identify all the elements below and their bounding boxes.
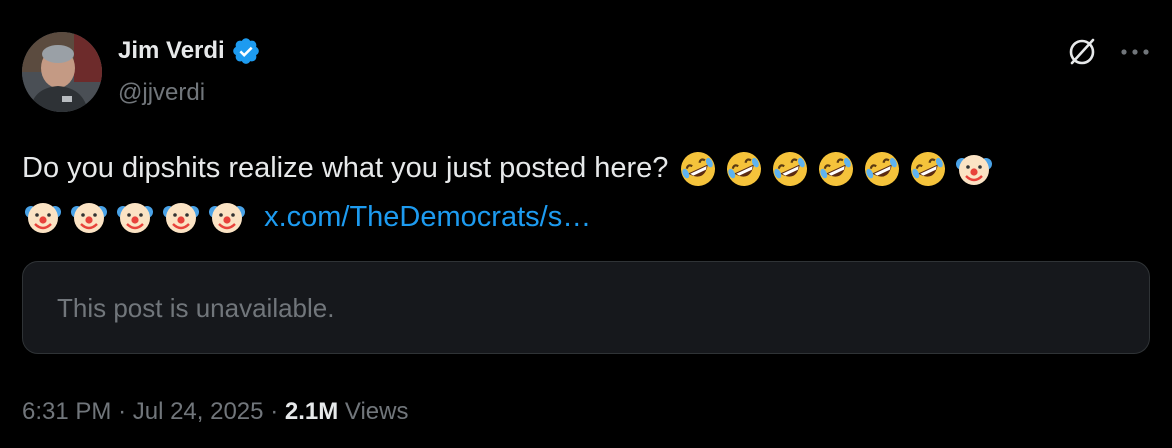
emoji-row-2 — [22, 196, 248, 238]
rofl-emoji-icon — [864, 152, 899, 187]
author-handle[interactable]: @jjverdi — [118, 78, 205, 108]
tweet-body-text: Do you dipshits realize what you just po… — [22, 152, 669, 184]
post-time[interactable]: 6:31 PM — [22, 398, 111, 425]
tweet-link[interactable]: x.com/TheDemocrats/s… — [264, 201, 591, 233]
rofl-emoji-icon — [726, 152, 761, 187]
clown-emoji-icon — [209, 203, 245, 234]
clown-emoji-icon — [71, 203, 107, 234]
grok-icon[interactable] — [1064, 34, 1100, 70]
quoted-post-unavailable-text: This post is unavailable. — [57, 293, 335, 323]
clown-emoji-icon — [117, 203, 153, 234]
emoji-row-1 — [677, 148, 995, 190]
more-options-icon[interactable] — [1118, 40, 1152, 64]
tweet-text: Do you dipshits realize what you just po… — [22, 144, 1132, 241]
post-date[interactable]: Jul 24, 2025 — [133, 398, 264, 425]
verified-badge-icon[interactable] — [231, 36, 261, 66]
clown-emoji-icon — [955, 155, 992, 186]
clown-emoji-icon — [163, 203, 199, 234]
avatar[interactable] — [22, 32, 102, 112]
profile-photo-icon — [22, 32, 102, 112]
views-count[interactable]: 2.1M — [285, 398, 338, 425]
author-display-name[interactable]: Jim Verdi — [118, 36, 225, 66]
views-label[interactable]: Views — [345, 398, 409, 425]
clown-emoji-icon — [25, 203, 61, 234]
rofl-emoji-icon — [772, 152, 807, 187]
author-display-name-row[interactable]: Jim Verdi — [118, 36, 261, 66]
rofl-emoji-icon — [680, 152, 715, 187]
post-meta: 6:31 PM · Jul 24, 2025 · 2.1M Views — [22, 396, 408, 428]
rofl-emoji-icon — [818, 152, 853, 187]
rofl-emoji-icon — [910, 152, 945, 187]
meta-separator: · — [118, 398, 127, 425]
quoted-post-card[interactable]: This post is unavailable. — [22, 261, 1150, 354]
meta-separator: · — [270, 398, 279, 425]
